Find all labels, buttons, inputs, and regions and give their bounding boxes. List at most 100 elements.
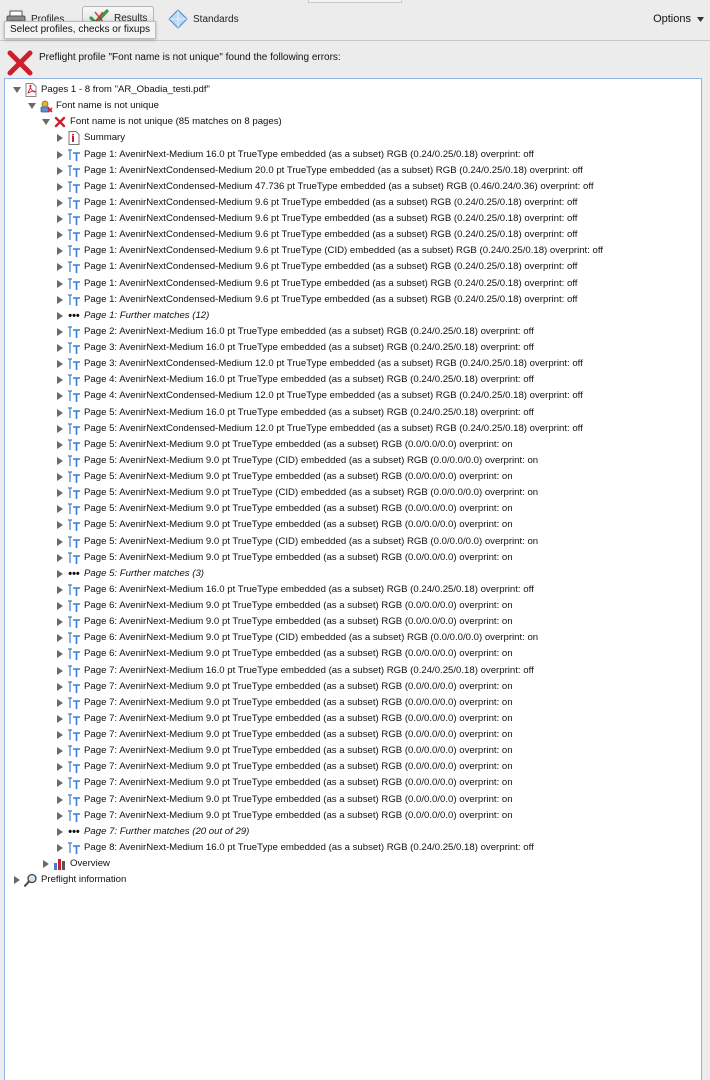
disclosure-closed-icon[interactable] <box>55 827 65 837</box>
disclosure-closed-icon[interactable] <box>55 633 65 643</box>
tree-row[interactable]: Page 4: AvenirNext-Medium 16.0 pt TrueTy… <box>5 372 701 388</box>
disclosure-open-icon[interactable] <box>41 117 51 127</box>
tree-row[interactable]: Page 7: AvenirNext-Medium 9.0 pt TrueTyp… <box>5 695 701 711</box>
disclosure-closed-icon[interactable] <box>55 778 65 788</box>
tree-row[interactable]: Page 5: AvenirNext-Medium 9.0 pt TrueTyp… <box>5 485 701 501</box>
disclosure-closed-icon[interactable] <box>55 359 65 369</box>
tree-row[interactable]: ••• Page 1: Further matches (12) <box>5 308 701 324</box>
tree-row[interactable]: Page 7: AvenirNext-Medium 9.0 pt TrueTyp… <box>5 792 701 808</box>
disclosure-closed-icon[interactable] <box>55 504 65 514</box>
tree-row[interactable]: Page 6: AvenirNext-Medium 9.0 pt TrueTyp… <box>5 614 701 630</box>
results-tree[interactable]: Pages 1 - 8 from "AR_Obadia_testi.pdf" Fo… <box>4 78 702 1080</box>
tree-row[interactable]: Page 6: AvenirNext-Medium 9.0 pt TrueTyp… <box>5 598 701 614</box>
tree-row[interactable]: Pages 1 - 8 from "AR_Obadia_testi.pdf" <box>5 82 701 98</box>
tree-row[interactable]: Page 5: AvenirNext-Medium 9.0 pt TrueTyp… <box>5 469 701 485</box>
tree-row[interactable]: ••• Page 5: Further matches (3) <box>5 566 701 582</box>
disclosure-closed-icon[interactable] <box>55 182 65 192</box>
disclosure-closed-icon[interactable] <box>55 811 65 821</box>
tree-row[interactable]: Page 1: AvenirNextCondensed-Medium 9.6 p… <box>5 259 701 275</box>
tab-standards[interactable]: Standards <box>168 6 239 32</box>
options-menu[interactable]: Options <box>653 13 704 25</box>
disclosure-closed-icon[interactable] <box>55 327 65 337</box>
tree-row[interactable]: Summary <box>5 130 701 146</box>
disclosure-closed-icon[interactable] <box>55 472 65 482</box>
disclosure-closed-icon[interactable] <box>55 424 65 434</box>
disclosure-closed-icon[interactable] <box>55 666 65 676</box>
tree-row[interactable]: Page 5: AvenirNext-Medium 9.0 pt TrueTyp… <box>5 517 701 533</box>
disclosure-closed-icon[interactable] <box>55 230 65 240</box>
tree-row[interactable]: Font name is not unique <box>5 98 701 114</box>
tree-row[interactable]: Page 7: AvenirNext-Medium 9.0 pt TrueTyp… <box>5 727 701 743</box>
disclosure-closed-icon[interactable] <box>55 279 65 289</box>
disclosure-closed-icon[interactable] <box>12 875 22 885</box>
disclosure-closed-icon[interactable] <box>55 246 65 256</box>
tree-row[interactable]: Page 1: AvenirNextCondensed-Medium 9.6 p… <box>5 276 701 292</box>
tree-row[interactable]: Page 1: AvenirNextCondensed-Medium 9.6 p… <box>5 227 701 243</box>
tree-row[interactable]: Page 1: AvenirNext-Medium 16.0 pt TrueTy… <box>5 147 701 163</box>
tree-row[interactable]: Page 5: AvenirNext-Medium 9.0 pt TrueTyp… <box>5 550 701 566</box>
disclosure-closed-icon[interactable] <box>55 375 65 385</box>
tree-row[interactable]: Page 5: AvenirNext-Medium 9.0 pt TrueTyp… <box>5 534 701 550</box>
tree-row[interactable]: Page 6: AvenirNext-Medium 9.0 pt TrueTyp… <box>5 630 701 646</box>
disclosure-closed-icon[interactable] <box>55 537 65 547</box>
tree-row[interactable]: Page 5: AvenirNext-Medium 9.0 pt TrueTyp… <box>5 437 701 453</box>
disclosure-closed-icon[interactable] <box>55 150 65 160</box>
disclosure-closed-icon[interactable] <box>55 456 65 466</box>
tree-row[interactable]: Page 1: AvenirNextCondensed-Medium 20.0 … <box>5 163 701 179</box>
tree-row[interactable]: Overview <box>5 856 701 872</box>
tree-row[interactable]: Page 5: AvenirNext-Medium 16.0 pt TrueTy… <box>5 405 701 421</box>
disclosure-closed-icon[interactable] <box>55 198 65 208</box>
disclosure-closed-icon[interactable] <box>55 133 65 143</box>
disclosure-closed-icon[interactable] <box>55 262 65 272</box>
disclosure-closed-icon[interactable] <box>55 488 65 498</box>
disclosure-closed-icon[interactable] <box>55 214 65 224</box>
disclosure-closed-icon[interactable] <box>55 569 65 579</box>
disclosure-closed-icon[interactable] <box>55 795 65 805</box>
disclosure-closed-icon[interactable] <box>55 601 65 611</box>
disclosure-closed-icon[interactable] <box>55 408 65 418</box>
disclosure-closed-icon[interactable] <box>55 746 65 756</box>
disclosure-closed-icon[interactable] <box>41 859 51 869</box>
disclosure-closed-icon[interactable] <box>55 440 65 450</box>
tree-row[interactable]: Page 1: AvenirNextCondensed-Medium 47.73… <box>5 179 701 195</box>
tree-row[interactable]: Page 3: AvenirNextCondensed-Medium 12.0 … <box>5 356 701 372</box>
disclosure-closed-icon[interactable] <box>55 730 65 740</box>
disclosure-closed-icon[interactable] <box>55 295 65 305</box>
tree-row[interactable]: Page 7: AvenirNext-Medium 9.0 pt TrueTyp… <box>5 759 701 775</box>
tree-row[interactable]: Page 7: AvenirNext-Medium 9.0 pt TrueTyp… <box>5 808 701 824</box>
disclosure-closed-icon[interactable] <box>55 520 65 530</box>
tree-row[interactable]: Font name is not unique (85 matches on 8… <box>5 114 701 130</box>
disclosure-closed-icon[interactable] <box>55 311 65 321</box>
tree-row[interactable]: Page 5: AvenirNext-Medium 9.0 pt TrueTyp… <box>5 501 701 517</box>
disclosure-open-icon[interactable] <box>12 85 22 95</box>
disclosure-closed-icon[interactable] <box>55 714 65 724</box>
tree-row[interactable]: Page 1: AvenirNextCondensed-Medium 9.6 p… <box>5 195 701 211</box>
tree-row[interactable]: Page 6: AvenirNext-Medium 16.0 pt TrueTy… <box>5 582 701 598</box>
tree-row[interactable]: Page 7: AvenirNext-Medium 9.0 pt TrueTyp… <box>5 679 701 695</box>
tree-row[interactable]: Page 3: AvenirNext-Medium 16.0 pt TrueTy… <box>5 340 701 356</box>
tree-row[interactable]: Page 7: AvenirNext-Medium 9.0 pt TrueTyp… <box>5 711 701 727</box>
tree-row[interactable]: Page 2: AvenirNext-Medium 16.0 pt TrueTy… <box>5 324 701 340</box>
disclosure-closed-icon[interactable] <box>55 343 65 353</box>
tree-row[interactable]: Page 8: AvenirNext-Medium 16.0 pt TrueTy… <box>5 840 701 856</box>
disclosure-closed-icon[interactable] <box>55 617 65 627</box>
tree-row[interactable]: Page 5: AvenirNext-Medium 9.0 pt TrueTyp… <box>5 453 701 469</box>
disclosure-closed-icon[interactable] <box>55 166 65 176</box>
disclosure-closed-icon[interactable] <box>55 682 65 692</box>
tree-row[interactable]: Page 6: AvenirNext-Medium 9.0 pt TrueTyp… <box>5 646 701 662</box>
disclosure-closed-icon[interactable] <box>55 391 65 401</box>
tree-row[interactable]: Page 4: AvenirNextCondensed-Medium 12.0 … <box>5 388 701 404</box>
disclosure-closed-icon[interactable] <box>55 698 65 708</box>
tree-row[interactable]: Page 7: AvenirNext-Medium 16.0 pt TrueTy… <box>5 663 701 679</box>
disclosure-closed-icon[interactable] <box>55 843 65 853</box>
disclosure-closed-icon[interactable] <box>55 762 65 772</box>
tree-row[interactable]: Preflight information <box>5 872 701 888</box>
disclosure-closed-icon[interactable] <box>55 649 65 659</box>
tree-row[interactable]: Page 7: AvenirNext-Medium 9.0 pt TrueTyp… <box>5 743 701 759</box>
tree-row[interactable]: Page 5: AvenirNextCondensed-Medium 12.0 … <box>5 421 701 437</box>
tree-row[interactable]: Page 1: AvenirNextCondensed-Medium 9.6 p… <box>5 292 701 308</box>
tree-row[interactable]: Page 1: AvenirNextCondensed-Medium 9.6 p… <box>5 211 701 227</box>
tree-row[interactable]: Page 1: AvenirNextCondensed-Medium 9.6 p… <box>5 243 701 259</box>
tree-row[interactable]: Page 7: AvenirNext-Medium 9.0 pt TrueTyp… <box>5 775 701 791</box>
disclosure-open-icon[interactable] <box>27 101 37 111</box>
